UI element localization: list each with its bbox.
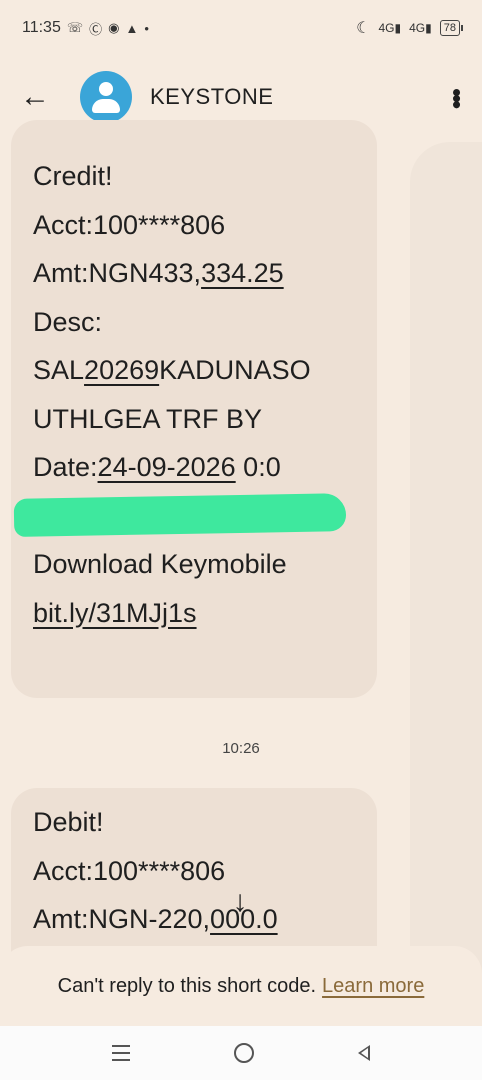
detected-number[interactable]: 24-09-2026 bbox=[98, 452, 236, 482]
chat-icon: ◉ bbox=[108, 20, 120, 35]
status-bar: 11:35 ☏ Ⓒ ◉ ▲ • ☾ 4G▮ 4G▮ 78 bbox=[0, 0, 482, 56]
message-line: Acct:100****806 bbox=[33, 209, 226, 240]
signal-icon-1: 4G▮ bbox=[378, 21, 402, 35]
signal-icon-2: 4G▮ bbox=[409, 21, 432, 35]
message-bubble-credit[interactable]: Credit! Acct:100****806 Amt:NGN433,334.2… bbox=[11, 120, 377, 698]
home-icon[interactable] bbox=[234, 1043, 254, 1063]
message-line: Acct:100****806 bbox=[33, 855, 226, 886]
status-right: ☾ 4G▮ 4G▮ 78 bbox=[356, 18, 464, 38]
message-timestamp: 10:26 bbox=[222, 740, 260, 757]
system-nav-bar bbox=[0, 1026, 482, 1080]
detected-number[interactable]: 334.25 bbox=[201, 258, 284, 288]
reply-notice: Can't reply to this short code. bbox=[57, 974, 317, 997]
redaction-mark bbox=[13, 493, 347, 537]
status-left: 11:35 ☏ Ⓒ ◉ ▲ • bbox=[22, 19, 149, 38]
message-line: UTHLGEA TRF BY bbox=[33, 403, 263, 434]
avatar[interactable] bbox=[80, 71, 132, 123]
detected-number[interactable]: 20269 bbox=[84, 355, 159, 385]
back-arrow-icon[interactable]: ← bbox=[20, 80, 54, 114]
nav-back-icon[interactable] bbox=[358, 1045, 370, 1061]
more-options-icon[interactable]: ••• bbox=[442, 88, 472, 106]
message-link[interactable]: bit.ly/31MJj1s bbox=[33, 589, 355, 638]
message-line-date: Date:24-09-2026 0:0 bbox=[33, 452, 281, 482]
facebook-icon: Ⓒ bbox=[89, 21, 103, 37]
person-icon-head bbox=[99, 82, 113, 96]
status-time: 11:35 bbox=[22, 19, 61, 36]
dot-icon: • bbox=[144, 20, 149, 36]
whatsapp-icon: ☏ bbox=[66, 20, 84, 35]
battery-icon: 78 bbox=[439, 20, 464, 36]
message-line-amount: Amt:NGN433,334.25 bbox=[33, 258, 284, 288]
contact-name[interactable]: KEYSTONE bbox=[150, 84, 273, 110]
recent-apps-icon[interactable] bbox=[112, 1045, 130, 1061]
message-line-desc: SAL20269KADUNASO bbox=[33, 355, 311, 385]
message-line-amount: Amt:NGN-220,000.0 bbox=[33, 904, 278, 934]
message-line: Debit! bbox=[33, 807, 104, 837]
person-icon-body bbox=[92, 99, 120, 113]
learn-more-link[interactable]: Learn more bbox=[322, 975, 424, 998]
warning-icon: ▲ bbox=[125, 20, 139, 36]
message-line: Download Keymobile bbox=[33, 549, 287, 579]
moon-icon: ☾ bbox=[356, 20, 371, 37]
message-line: Credit! bbox=[33, 161, 113, 191]
message-line: Desc: bbox=[33, 306, 103, 337]
background-panel bbox=[410, 142, 482, 1002]
scroll-down-arrow-icon[interactable]: ↓ bbox=[220, 882, 260, 922]
reply-bar: Can't reply to this short code. Learn mo… bbox=[0, 946, 482, 1026]
